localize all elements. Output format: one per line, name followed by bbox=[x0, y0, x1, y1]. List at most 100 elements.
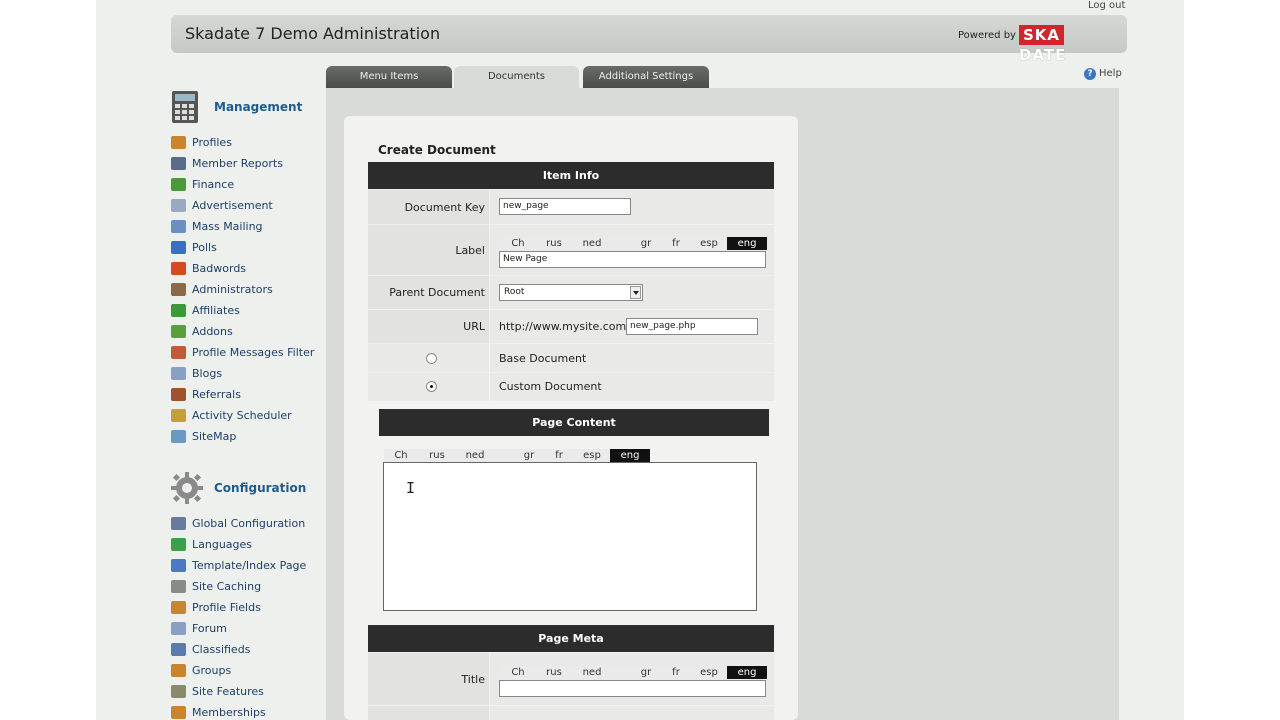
sidebar-item-finance[interactable]: Finance bbox=[171, 176, 234, 192]
content-lang-tab-gr[interactable]: gr bbox=[514, 449, 544, 462]
sidebar-item-administrators[interactable]: Administrators bbox=[171, 281, 273, 297]
sidebar-item-label: Advertisement bbox=[192, 198, 273, 212]
content-lang-tab-eng[interactable]: eng bbox=[610, 449, 650, 462]
base-document-row: Base Document bbox=[368, 344, 774, 372]
skadate-logo: SKADATE bbox=[1019, 25, 1109, 64]
sidebar-item-member-reports[interactable]: Member Reports bbox=[171, 155, 283, 171]
meta-title-lang-tab-fr[interactable]: fr bbox=[661, 666, 691, 679]
sidebar-item-mass-mailing[interactable]: Mass Mailing bbox=[171, 218, 263, 234]
tab-menu-items[interactable]: Menu Items bbox=[326, 66, 452, 88]
sidebar-item-site-caching[interactable]: Site Caching bbox=[171, 578, 261, 594]
label-row: Label Ch rus ned gr fr esp eng New Page bbox=[368, 225, 774, 275]
tab-documents[interactable]: Documents bbox=[454, 66, 579, 89]
sidebar-item-referrals[interactable]: Referrals bbox=[171, 386, 241, 402]
sidebar-item-label: Member Reports bbox=[192, 156, 283, 170]
label-input[interactable]: New Page bbox=[499, 251, 766, 268]
sidebar-item-label: Forum bbox=[192, 621, 227, 635]
member-reports-icon bbox=[171, 156, 186, 170]
page-content-editor[interactable] bbox=[383, 462, 757, 611]
gears-icon bbox=[171, 472, 203, 504]
sidebar-item-blogs[interactable]: Blogs bbox=[171, 365, 222, 381]
custom-document-cell: Custom Document bbox=[490, 373, 774, 401]
meta-title-input[interactable] bbox=[499, 680, 766, 697]
url-prefix: http://www.mysite.com/ bbox=[499, 320, 630, 333]
configuration-title: Configuration bbox=[214, 481, 307, 495]
sidebar-item-sitemap[interactable]: SiteMap bbox=[171, 428, 236, 444]
logout-link[interactable]: Log out bbox=[1088, 0, 1125, 11]
label-lang-tab-esp[interactable]: esp bbox=[691, 237, 727, 250]
content-lang-tab-rus[interactable]: rus bbox=[418, 449, 456, 462]
sidebar-item-label: Mass Mailing bbox=[192, 219, 263, 233]
content-lang-tab-ned[interactable]: ned bbox=[456, 449, 494, 462]
create-document-heading: Create Document bbox=[378, 143, 496, 157]
sidebar-item-activity-scheduler[interactable]: Activity Scheduler bbox=[171, 407, 292, 423]
site-caching-icon bbox=[171, 579, 186, 593]
document-key-input[interactable]: new_page bbox=[499, 198, 631, 215]
sidebar-item-label: Finance bbox=[192, 177, 235, 191]
logo-date: DATE bbox=[1019, 46, 1067, 64]
sidebar-item-classifieds[interactable]: Classifieds bbox=[171, 641, 250, 657]
sidebar-item-profile-messages-filter[interactable]: Profile Messages Filter bbox=[171, 344, 314, 360]
sidebar-item-languages[interactable]: Languages bbox=[171, 536, 252, 552]
sidebar-item-advertisement[interactable]: Advertisement bbox=[171, 197, 273, 213]
activity-scheduler-icon bbox=[171, 408, 186, 422]
label-lang-tab-gr[interactable]: gr bbox=[631, 237, 661, 250]
label-lang-tab-rus[interactable]: rus bbox=[535, 237, 573, 250]
custom-document-radio-cell bbox=[368, 373, 489, 401]
content-lang-tab-blank[interactable] bbox=[494, 449, 514, 462]
languages-icon bbox=[171, 537, 186, 551]
content-lang-tab-Ch[interactable]: Ch bbox=[384, 449, 418, 462]
sidebar-item-label: Site Caching bbox=[192, 579, 262, 593]
next-row-label bbox=[368, 706, 489, 720]
meta-title-lang-tab-eng[interactable]: eng bbox=[727, 666, 767, 679]
base-document-label: Base Document bbox=[499, 352, 587, 365]
document-key-label: Document Key bbox=[368, 190, 489, 224]
sidebar-item-groups[interactable]: Groups bbox=[171, 662, 231, 678]
sidebar-item-template-index-page[interactable]: Template/Index Page bbox=[171, 557, 306, 573]
page-meta-bar: Page Meta bbox=[368, 625, 774, 652]
polls-icon bbox=[171, 240, 186, 254]
content-lang-tab-fr[interactable]: fr bbox=[544, 449, 574, 462]
parent-document-cell: Root bbox=[490, 276, 774, 309]
sidebar-item-label: Profile Fields bbox=[192, 600, 261, 614]
sidebar-item-polls[interactable]: Polls bbox=[171, 239, 217, 255]
content-lang-tab-esp[interactable]: esp bbox=[574, 449, 610, 462]
meta-title-lang-tab-rus[interactable]: rus bbox=[535, 666, 573, 679]
sidebar-item-addons[interactable]: Addons bbox=[171, 323, 233, 339]
custom-document-row: Custom Document bbox=[368, 373, 774, 401]
sidebar-item-label: Profile Messages Filter bbox=[192, 345, 315, 359]
meta-title-lang-tab-ned[interactable]: ned bbox=[573, 666, 611, 679]
logo-ska: SKA bbox=[1019, 25, 1065, 45]
meta-title-lang-tab-gr[interactable]: gr bbox=[631, 666, 661, 679]
sidebar-item-label: Affiliates bbox=[192, 303, 240, 317]
sidebar-item-profile-fields[interactable]: Profile Fields bbox=[171, 599, 261, 615]
label-lang-tab-Ch[interactable]: Ch bbox=[501, 237, 535, 250]
meta-title-lang-tab-esp[interactable]: esp bbox=[691, 666, 727, 679]
label-lang-tab-eng[interactable]: eng bbox=[727, 237, 767, 250]
sidebar-item-forum[interactable]: Forum bbox=[171, 620, 227, 636]
meta-title-lang-tab-Ch[interactable]: Ch bbox=[501, 666, 535, 679]
sidebar-item-profiles[interactable]: Profiles bbox=[171, 134, 232, 150]
template-icon bbox=[171, 558, 186, 572]
meta-title-row: Title Ch rus ned gr fr esp eng bbox=[368, 653, 774, 705]
sidebar-item-affiliates[interactable]: Affiliates bbox=[171, 302, 240, 318]
label-lang-tab-blank[interactable] bbox=[611, 237, 631, 250]
base-document-radio[interactable] bbox=[426, 353, 437, 364]
url-input[interactable]: new_page.php bbox=[626, 318, 758, 335]
sidebar-item-badwords[interactable]: Badwords bbox=[171, 260, 246, 276]
sidebar-item-global-configuration[interactable]: Global Configuration bbox=[171, 515, 305, 531]
sidebar-item-site-features[interactable]: Site Features bbox=[171, 683, 264, 699]
meta-title-lang-tab-blank[interactable] bbox=[611, 666, 631, 679]
custom-document-radio[interactable] bbox=[426, 381, 437, 392]
management-title: Management bbox=[214, 100, 303, 114]
parent-document-select[interactable]: Root bbox=[499, 284, 643, 301]
memberships-icon bbox=[171, 705, 186, 719]
label-lang-tab-fr[interactable]: fr bbox=[661, 237, 691, 250]
label-lang-tab-ned[interactable]: ned bbox=[573, 237, 611, 250]
sidebar-item-memberships[interactable]: Memberships bbox=[171, 704, 266, 720]
configuration-heading: Configuration bbox=[170, 471, 306, 505]
tab-additional-settings[interactable]: Additional Settings bbox=[583, 66, 709, 88]
help-link[interactable]: ? Help bbox=[1084, 68, 1122, 80]
sidebar-item-label: Referrals bbox=[192, 387, 241, 401]
finance-icon bbox=[171, 177, 186, 191]
